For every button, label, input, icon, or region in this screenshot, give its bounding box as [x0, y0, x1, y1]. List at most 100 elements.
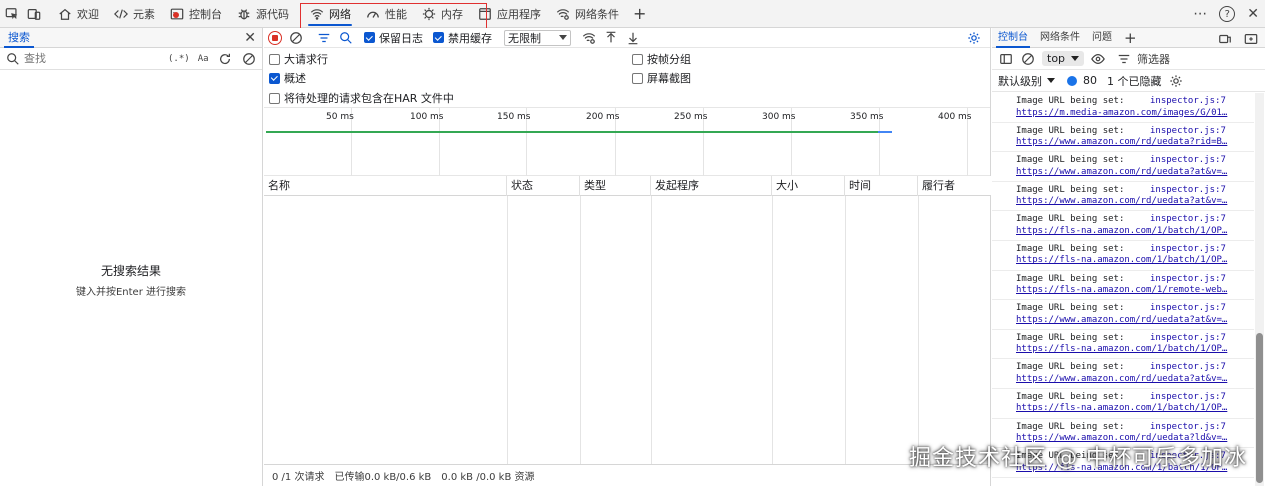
group-by-frame-checkbox[interactable]: 按帧分组: [632, 51, 691, 67]
log-url-link[interactable]: https://fls-na.amazon.com/1/remote-web…: [1016, 285, 1230, 297]
message-count: 80: [1083, 74, 1097, 87]
gear-icon[interactable]: [966, 30, 982, 46]
column-name[interactable]: 名称: [264, 176, 507, 196]
add-tab-button[interactable]: +: [1118, 28, 1143, 48]
close-icon[interactable]: ✕: [244, 30, 256, 46]
tab-memory[interactable]: 内存: [414, 0, 470, 28]
column-size[interactable]: 大小: [772, 176, 845, 196]
console-scrollbar[interactable]: [1255, 93, 1264, 486]
tab-issues[interactable]: 问题: [1086, 28, 1118, 48]
context-select[interactable]: top: [1042, 51, 1085, 66]
log-url-link[interactable]: https://fls-na.amazon.com/1/batch/1/OP…: [1016, 255, 1230, 267]
tab-elements[interactable]: 元素: [106, 0, 162, 28]
network-conditions-icon[interactable]: [581, 30, 597, 46]
tab-network-conditions[interactable]: 网络条件: [548, 0, 626, 28]
column-status[interactable]: 状态: [507, 176, 580, 196]
tick-label: 150 ms: [497, 112, 531, 122]
filter-label: 筛选器: [1137, 52, 1171, 66]
tab-console[interactable]: 控制台: [992, 28, 1034, 48]
log-source-link[interactable]: inspector.js:7: [1150, 96, 1226, 106]
tab-welcome[interactable]: 欢迎: [50, 0, 106, 28]
tab-search[interactable]: 搜索: [0, 28, 38, 48]
har-pending-checkbox[interactable]: 将待处理的请求包含在HAR 文件中: [269, 90, 454, 106]
filter-icon[interactable]: [316, 30, 332, 46]
tab-network-conditions[interactable]: 网络条件: [1034, 28, 1086, 48]
filter-input[interactable]: 筛选器: [1116, 51, 1170, 67]
tab-performance[interactable]: 性能: [358, 0, 414, 28]
log-url-link[interactable]: https://www.amazon.com/rd/uedata?at&v=…: [1016, 374, 1230, 386]
regex-toggle[interactable]: (.*): [168, 54, 190, 64]
search-icon[interactable]: [338, 30, 354, 46]
gear-icon[interactable]: [1168, 73, 1184, 89]
overview-checkbox[interactable]: 概述: [269, 70, 306, 86]
tab-sources[interactable]: 源代码: [229, 0, 296, 28]
log-url-link[interactable]: https://www.amazon.com/rd/uedata?at&v=…: [1016, 315, 1230, 327]
refresh-icon[interactable]: [217, 51, 233, 67]
help-icon[interactable]: ?: [1219, 6, 1236, 22]
log-source-link[interactable]: inspector.js:7: [1150, 185, 1226, 195]
expand-icon[interactable]: [1243, 31, 1259, 47]
chevron-down-icon: [559, 35, 567, 40]
checkbox-label: 将待处理的请求包含在HAR 文件中: [284, 92, 454, 105]
search-input[interactable]: [24, 52, 164, 65]
clear-icon[interactable]: [288, 30, 304, 46]
log-level-value: 默认级别: [998, 74, 1042, 88]
tab-application[interactable]: 应用程序: [470, 0, 548, 28]
column-fulfilled-by[interactable]: 履行者: [918, 176, 991, 196]
screenshots-checkbox[interactable]: 屏幕截图: [632, 70, 691, 86]
log-source-link[interactable]: inspector.js:7: [1150, 422, 1226, 432]
disable-cache-checkbox[interactable]: 禁用缓存: [433, 30, 492, 46]
log-url-link[interactable]: https://www.amazon.com/rd/uedata?at&v=…: [1016, 196, 1230, 208]
device-toolbar-icon[interactable]: [26, 6, 42, 22]
log-source-link[interactable]: inspector.js:7: [1150, 155, 1226, 165]
window-icon: [477, 6, 493, 22]
throttling-select[interactable]: 无限制: [504, 29, 571, 46]
log-source-link[interactable]: inspector.js:7: [1150, 244, 1226, 254]
log-source-link[interactable]: inspector.js:7: [1150, 392, 1226, 402]
log-url-link[interactable]: https://fls-na.amazon.com/1/batch/1/OP…: [1016, 344, 1230, 356]
log-entry: Image URL being set: inspector.js:7 https:…: [992, 389, 1254, 419]
log-url-link[interactable]: https://m.media-amazon.com/images/G/01…: [1016, 108, 1230, 120]
log-level-select[interactable]: 默认级别: [998, 73, 1055, 89]
column-time[interactable]: 时间: [845, 176, 918, 196]
network-overview-timeline[interactable]: 50 ms 100 ms 150 ms 200 ms 250 ms 300 ms…: [264, 108, 990, 176]
log-source-link[interactable]: inspector.js:7: [1150, 303, 1226, 313]
preserve-log-checkbox[interactable]: 保留日志: [364, 30, 423, 46]
empty-hint: 键入并按Enter 进行搜索: [75, 287, 187, 298]
tab-console[interactable]: 控制台: [162, 0, 229, 28]
log-source-link[interactable]: inspector.js:7: [1150, 333, 1226, 343]
clear-console-icon[interactable]: [1020, 51, 1036, 67]
scrollbar-thumb[interactable]: [1256, 333, 1263, 483]
clear-icon[interactable]: [241, 51, 257, 67]
column-initiator[interactable]: 发起程序: [651, 176, 772, 196]
match-case-toggle[interactable]: Aa: [198, 54, 209, 64]
log-source-link[interactable]: inspector.js:7: [1150, 126, 1226, 136]
inspect-icon[interactable]: [4, 6, 20, 22]
log-source-link[interactable]: inspector.js:7: [1150, 362, 1226, 372]
log-url-link[interactable]: https://fls-na.amazon.com/1/batch/1/OP…: [1016, 226, 1230, 238]
more-options-icon[interactable]: ⋯: [1193, 6, 1207, 22]
log-source-link[interactable]: inspector.js:7: [1150, 274, 1226, 284]
import-har-icon[interactable]: [603, 30, 619, 46]
eye-icon[interactable]: [1090, 51, 1106, 67]
dock-icon[interactable]: [1217, 31, 1233, 47]
log-message: Image URL being set:: [1016, 96, 1125, 106]
request-table: 名称 状态 类型 发起程序 大小 时间 履行者: [264, 176, 991, 464]
log-url-link[interactable]: https://www.amazon.com/rd/uedata?rid=B…: [1016, 137, 1230, 149]
record-button[interactable]: [268, 30, 282, 45]
close-icon[interactable]: ✕: [1247, 6, 1259, 22]
big-rows-checkbox[interactable]: 大请求行: [269, 51, 328, 67]
sidebar-toggle-icon[interactable]: [998, 51, 1014, 67]
export-har-icon[interactable]: [625, 30, 641, 46]
log-url-link[interactable]: https://www.amazon.com/rd/uedata?at&v=…: [1016, 167, 1230, 179]
column-divider: [845, 196, 846, 464]
checkbox-checked: [269, 72, 280, 84]
log-url-link[interactable]: https://fls-na.amazon.com/1/batch/1/OP…: [1016, 403, 1230, 415]
add-tab-button[interactable]: +: [626, 0, 653, 28]
tab-network[interactable]: 网络: [302, 0, 358, 28]
column-type[interactable]: 类型: [580, 176, 651, 196]
log-source-link[interactable]: inspector.js:7: [1150, 214, 1226, 224]
log-message: Image URL being set:: [1016, 125, 1125, 136]
device-controls: [0, 6, 42, 22]
timeline-tick: 250 ms: [674, 108, 708, 176]
